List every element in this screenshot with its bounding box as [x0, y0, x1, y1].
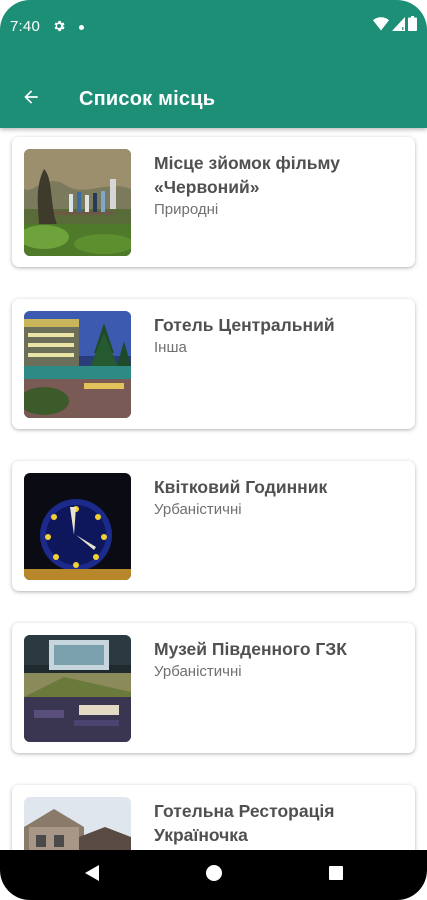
- top-bar: 7:40 Список місць: [0, 0, 427, 128]
- place-title: Місце зйомок фільму «Червоний»: [154, 153, 340, 197]
- nav-recents-button[interactable]: [324, 863, 348, 887]
- place-card-3[interactable]: Квітковий Годинник Урбаністичні: [12, 461, 415, 591]
- place-category: Урбаністичні: [154, 501, 242, 518]
- gear-icon: [52, 19, 66, 33]
- status-bar: 7:40: [0, 0, 427, 54]
- home-circle-icon: [205, 864, 223, 887]
- app-bar: Список місць: [0, 72, 427, 126]
- places-list[interactable]: Місце зйомок фільму «Червоний» Природні: [0, 128, 427, 850]
- nav-back-button[interactable]: [80, 863, 104, 887]
- navigation-bar: [0, 850, 427, 900]
- phone-screen: 7:40 Список місць Місце зйомок фільму «Ч…: [0, 0, 427, 900]
- back-button[interactable]: [14, 82, 48, 116]
- place-category: Урбаністичні: [154, 663, 242, 680]
- arrow-left-icon: [21, 87, 41, 112]
- nav-home-button[interactable]: [202, 863, 226, 887]
- status-icons: [373, 16, 417, 36]
- recents-square-icon: [328, 865, 344, 886]
- place-card-2[interactable]: Готель Центральний Інша: [12, 299, 415, 429]
- place-title: Музей Південного ГЗК: [154, 639, 347, 659]
- notification-dot-icon: [79, 25, 84, 30]
- wifi-icon: [373, 16, 389, 36]
- place-title: Квітковий Годинник: [154, 477, 328, 497]
- place-thumbnail: [24, 797, 131, 850]
- place-thumbnail: [24, 635, 131, 742]
- signal-icon: [392, 16, 405, 36]
- place-thumbnail: [24, 473, 131, 580]
- place-category: Інша: [154, 339, 187, 356]
- battery-icon: [408, 16, 417, 36]
- place-title: Готель Центральний: [154, 315, 335, 335]
- place-title: Готельна Ресторація Україночка: [154, 801, 335, 845]
- place-category: Природні: [154, 201, 219, 218]
- back-triangle-icon: [84, 864, 100, 887]
- page-title: Список місць: [79, 88, 216, 110]
- place-card-1[interactable]: Місце зйомок фільму «Червоний» Природні: [12, 137, 415, 267]
- place-thumbnail: [24, 311, 131, 418]
- place-thumbnail: [24, 149, 131, 256]
- place-card-4[interactable]: Музей Південного ГЗК Урбаністичні: [12, 623, 415, 753]
- status-time: 7:40: [10, 18, 40, 35]
- place-card-5[interactable]: Готельна Ресторація Україночка: [12, 785, 415, 850]
